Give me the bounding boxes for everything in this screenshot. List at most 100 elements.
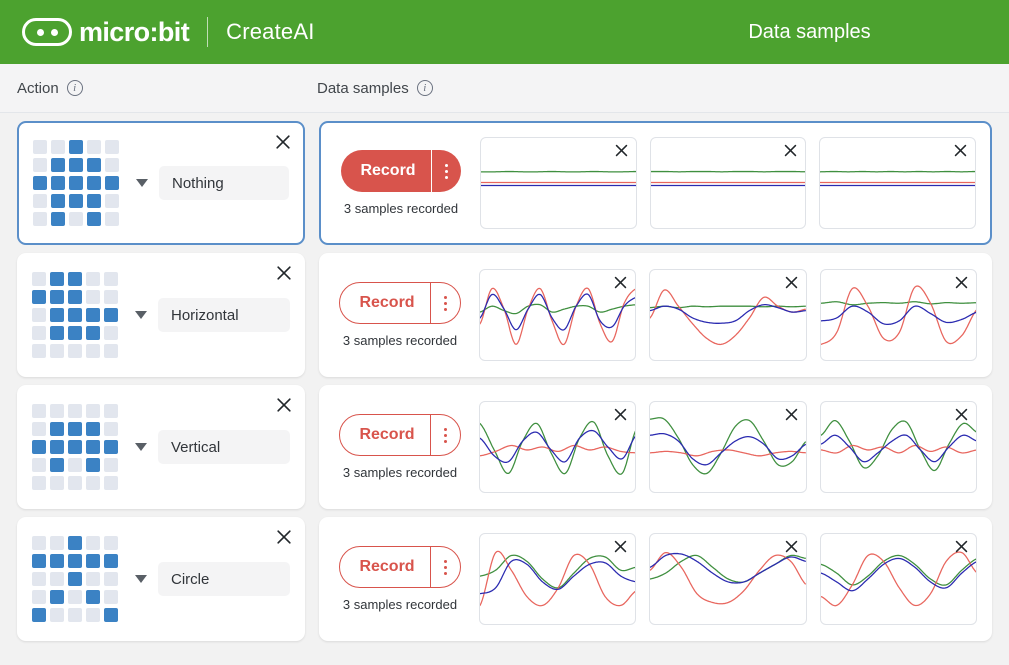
led-cell-off[interactable] — [86, 608, 100, 622]
led-cell-off[interactable] — [50, 404, 64, 418]
led-cell-on[interactable] — [68, 422, 82, 436]
led-cell-off[interactable] — [86, 344, 100, 358]
led-cell-off[interactable] — [33, 194, 47, 208]
led-cell-on[interactable] — [104, 554, 118, 568]
close-icon[interactable] — [783, 406, 800, 423]
sample-graph-card[interactable] — [819, 533, 977, 625]
led-cell-off[interactable] — [32, 572, 46, 586]
led-cell-on[interactable] — [51, 176, 65, 190]
close-icon[interactable] — [953, 406, 970, 423]
sample-graph-card[interactable] — [649, 401, 807, 493]
led-cell-off[interactable] — [50, 476, 64, 490]
action-name-input[interactable]: Horizontal — [158, 298, 290, 332]
chevron-down-icon[interactable] — [135, 575, 147, 583]
kebab-menu-icon[interactable] — [429, 283, 460, 323]
led-cell-off[interactable] — [86, 536, 100, 550]
led-cell-on[interactable] — [32, 554, 46, 568]
led-cell-off[interactable] — [104, 290, 118, 304]
led-cell-on[interactable] — [50, 272, 64, 286]
action-card[interactable]: Vertical — [17, 385, 305, 509]
record-button[interactable]: Record — [341, 150, 461, 192]
led-cell-off[interactable] — [104, 590, 118, 604]
led-cell-on[interactable] — [68, 326, 82, 340]
led-cell-on[interactable] — [69, 194, 83, 208]
led-cell-on[interactable] — [50, 554, 64, 568]
close-icon[interactable] — [274, 527, 294, 547]
chevron-down-icon[interactable] — [135, 311, 147, 319]
led-cell-on[interactable] — [69, 158, 83, 172]
record-button[interactable]: Record — [339, 414, 461, 456]
led-cell-on[interactable] — [50, 422, 64, 436]
led-cell-off[interactable] — [105, 212, 119, 226]
led-cell-on[interactable] — [104, 440, 118, 454]
sample-graph-card[interactable] — [649, 269, 807, 361]
led-cell-off[interactable] — [33, 140, 47, 154]
led-cell-on[interactable] — [33, 176, 47, 190]
action-name-input[interactable]: Circle — [158, 562, 290, 596]
led-cell-off[interactable] — [50, 608, 64, 622]
led-cell-on[interactable] — [50, 440, 64, 454]
led-cell-off[interactable] — [68, 608, 82, 622]
led-cell-on[interactable] — [68, 290, 82, 304]
led-cell-on[interactable] — [105, 176, 119, 190]
led-cell-off[interactable] — [105, 140, 119, 154]
led-matrix-icon[interactable] — [32, 536, 118, 622]
close-icon[interactable] — [274, 395, 294, 415]
led-cell-on[interactable] — [87, 176, 101, 190]
led-cell-on[interactable] — [86, 590, 100, 604]
led-cell-on[interactable] — [51, 158, 65, 172]
led-cell-on[interactable] — [86, 458, 100, 472]
led-cell-off[interactable] — [104, 476, 118, 490]
close-icon[interactable] — [783, 538, 800, 555]
sample-graph-card[interactable] — [819, 137, 977, 229]
led-cell-off[interactable] — [104, 326, 118, 340]
led-cell-off[interactable] — [69, 212, 83, 226]
led-cell-on[interactable] — [50, 590, 64, 604]
led-cell-off[interactable] — [32, 590, 46, 604]
led-cell-on[interactable] — [68, 554, 82, 568]
led-cell-on[interactable] — [69, 176, 83, 190]
led-cell-off[interactable] — [32, 272, 46, 286]
led-cell-off[interactable] — [33, 212, 47, 226]
action-name-input[interactable]: Nothing — [159, 166, 289, 200]
close-icon[interactable] — [612, 274, 629, 291]
record-button[interactable]: Record — [339, 282, 461, 324]
led-cell-off[interactable] — [32, 536, 46, 550]
info-icon[interactable]: i — [66, 80, 83, 96]
close-icon[interactable] — [274, 263, 294, 283]
led-cell-off[interactable] — [32, 404, 46, 418]
led-cell-off[interactable] — [86, 404, 100, 418]
kebab-menu-icon[interactable] — [429, 547, 460, 587]
record-button[interactable]: Record — [339, 546, 461, 588]
close-icon[interactable] — [952, 142, 969, 159]
led-cell-on[interactable] — [69, 140, 83, 154]
led-cell-off[interactable] — [50, 344, 64, 358]
led-cell-on[interactable] — [51, 194, 65, 208]
led-cell-off[interactable] — [68, 344, 82, 358]
info-icon[interactable]: i — [416, 80, 433, 96]
close-icon[interactable] — [953, 538, 970, 555]
close-icon[interactable] — [612, 538, 629, 555]
led-cell-on[interactable] — [32, 608, 46, 622]
close-icon[interactable] — [613, 142, 630, 159]
led-cell-off[interactable] — [68, 590, 82, 604]
led-matrix-icon[interactable] — [33, 140, 119, 226]
kebab-menu-icon[interactable] — [430, 150, 461, 192]
sample-graph-card[interactable] — [649, 137, 807, 229]
led-cell-off[interactable] — [32, 476, 46, 490]
led-cell-off[interactable] — [104, 404, 118, 418]
led-cell-on[interactable] — [51, 212, 65, 226]
led-cell-off[interactable] — [104, 536, 118, 550]
led-cell-off[interactable] — [104, 422, 118, 436]
led-cell-off[interactable] — [68, 404, 82, 418]
close-icon[interactable] — [273, 132, 293, 152]
led-cell-off[interactable] — [104, 344, 118, 358]
led-cell-off[interactable] — [105, 194, 119, 208]
led-cell-off[interactable] — [86, 272, 100, 286]
sample-graph-card[interactable] — [649, 533, 807, 625]
close-icon[interactable] — [953, 274, 970, 291]
led-cell-on[interactable] — [50, 290, 64, 304]
led-cell-on[interactable] — [68, 308, 82, 322]
led-cell-off[interactable] — [86, 572, 100, 586]
led-cell-off[interactable] — [50, 572, 64, 586]
